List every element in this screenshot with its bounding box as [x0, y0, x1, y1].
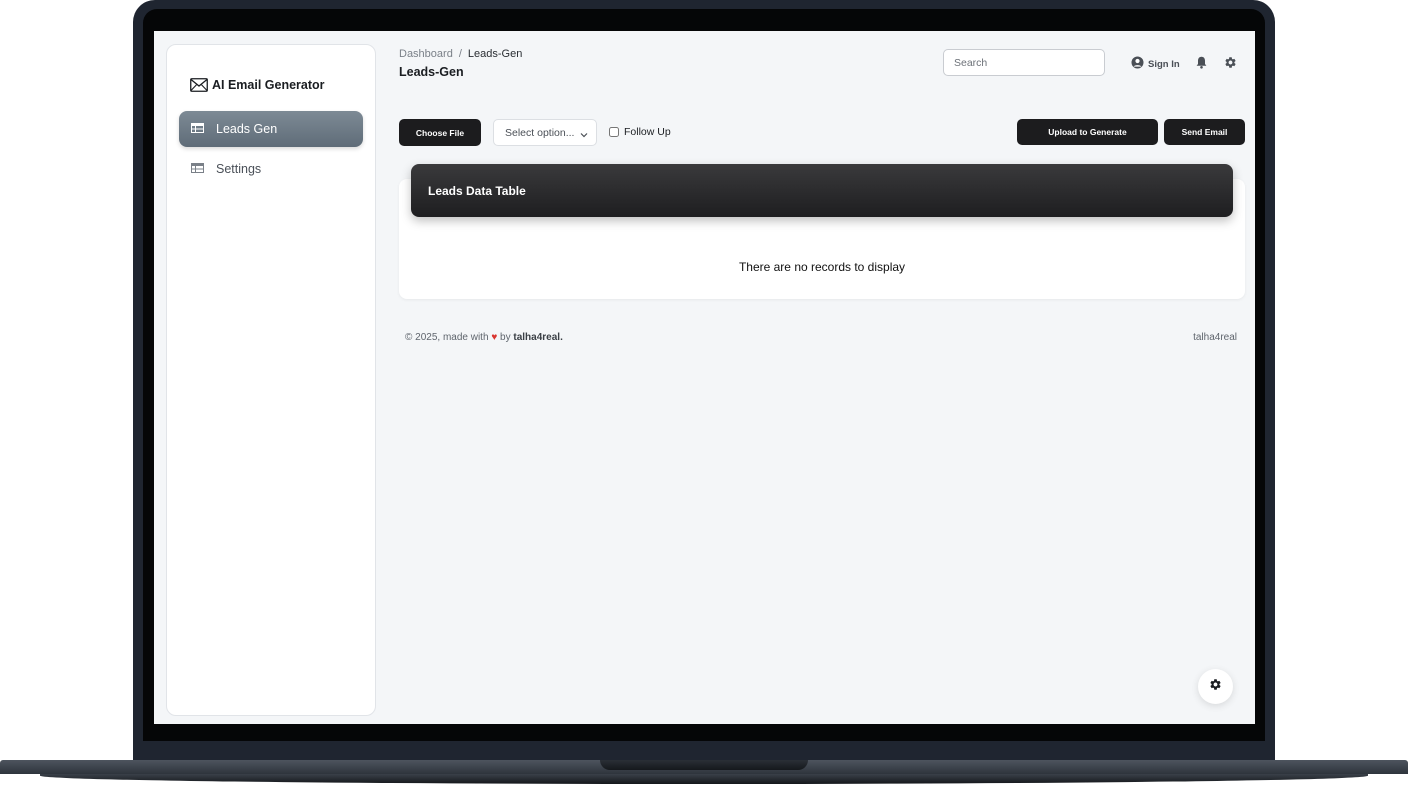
sign-in-label: Sign In: [1148, 58, 1180, 70]
page-title: Leads-Gen: [399, 65, 464, 79]
sidebar-item-label: Leads Gen: [216, 122, 278, 136]
upload-to-generate-button[interactable]: Upload to Generate: [1017, 119, 1158, 145]
select-value: Select option...: [505, 126, 575, 139]
laptop-base: [0, 760, 1408, 785]
sign-in-link[interactable]: Sign In: [1131, 56, 1180, 72]
heart-icon: ♥: [491, 332, 498, 343]
empty-state-message: There are no records to display: [738, 260, 906, 274]
gear-icon[interactable]: [1224, 56, 1237, 74]
breadcrumb-root[interactable]: Dashboard: [399, 48, 453, 60]
sidebar: AI Email Generator Leads Gen Settings: [166, 44, 376, 716]
breadcrumb-separator: /: [458, 48, 462, 60]
copyright-text: © 2025, made with: [405, 332, 489, 343]
brand-name: AI Email Generator: [212, 78, 325, 92]
sidebar-item-settings[interactable]: Settings: [179, 151, 363, 187]
choose-file-button[interactable]: Choose File: [399, 119, 481, 146]
footer-link[interactable]: talha4real: [1193, 332, 1237, 343]
breadcrumb-current: Leads-Gen: [467, 48, 523, 60]
gear-icon: [1209, 678, 1222, 696]
sidebar-item-label: Settings: [216, 162, 262, 176]
by-text: by: [500, 332, 511, 343]
brand[interactable]: AI Email Generator: [190, 78, 325, 92]
option-select[interactable]: Select option...: [493, 119, 597, 146]
chevron-down-icon: [580, 129, 588, 141]
table-title: Leads Data Table: [411, 164, 1233, 217]
author-link[interactable]: talha4real.: [513, 332, 562, 343]
table-icon: [191, 160, 204, 178]
follow-up-toggle[interactable]: Follow Up: [609, 126, 671, 138]
user-circle-icon: [1131, 56, 1144, 72]
table-icon: [191, 120, 204, 138]
search-input[interactable]: [943, 49, 1105, 76]
send-email-button[interactable]: Send Email: [1164, 119, 1245, 145]
mail-icon: [190, 78, 208, 92]
sidebar-item-leads-gen[interactable]: Leads Gen: [179, 111, 363, 147]
footer-copyright: © 2025, made with ♥ by talha4real.: [405, 332, 563, 343]
bell-icon[interactable]: [1196, 56, 1207, 74]
follow-up-label: Follow Up: [624, 126, 671, 138]
settings-fab[interactable]: [1198, 669, 1233, 704]
breadcrumb: Dashboard / Leads-Gen: [399, 48, 522, 60]
app-screen: AI Email Generator Leads Gen Settings Da…: [154, 31, 1255, 724]
follow-up-checkbox[interactable]: [609, 127, 619, 137]
